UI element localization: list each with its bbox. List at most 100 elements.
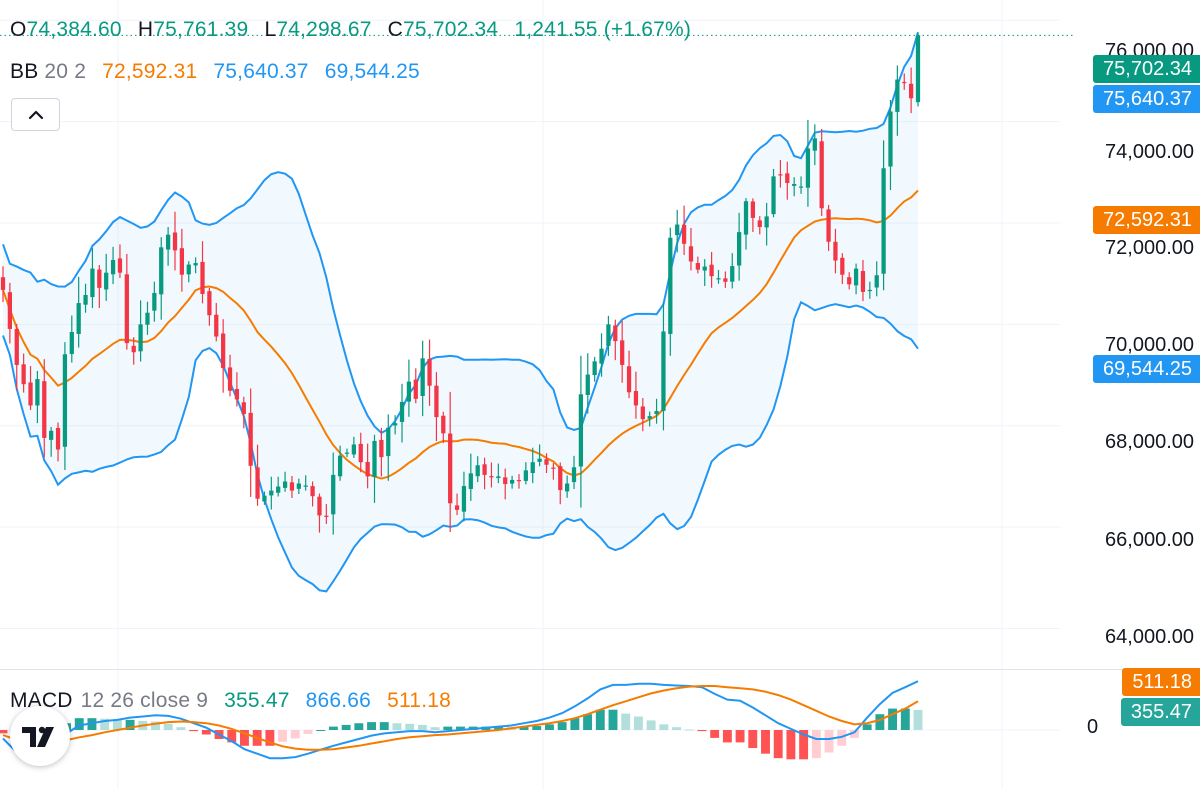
macd-histogram-bar <box>290 730 300 739</box>
candle-body <box>792 183 797 186</box>
candle-body <box>69 331 74 354</box>
macd-histogram-bar <box>163 723 173 730</box>
price-tick-label: 74,000.00 <box>1105 141 1194 163</box>
candle-body <box>736 232 742 266</box>
bb-lower-tag[interactable]: 69,544.25 <box>1093 355 1200 383</box>
candle-body <box>117 258 123 273</box>
candle-body <box>723 278 728 282</box>
macd-histogram-bar <box>672 727 681 730</box>
chevron-up-icon <box>28 110 43 119</box>
macd-histogram-bar <box>608 709 618 730</box>
bb-legend[interactable]: BB 20 2 72,592.31 75,640.37 69,544.25 <box>10 60 430 84</box>
candle-body <box>881 168 886 274</box>
candle-body <box>874 275 879 288</box>
candle-body <box>668 237 673 334</box>
macd-histogram-bar <box>913 709 923 730</box>
bb-mult: 2 <box>74 60 87 83</box>
candle-body <box>379 439 384 458</box>
macd-histogram-bar <box>176 727 186 730</box>
candle-body <box>860 271 866 292</box>
candle-body <box>785 173 790 183</box>
candle-body <box>131 345 136 353</box>
candle-body <box>427 358 432 386</box>
candle-body <box>124 274 129 344</box>
macd-histogram-bar <box>0 730 8 734</box>
macd-source: close <box>140 689 191 712</box>
low-label: L <box>264 18 277 41</box>
bb-lower-value: 69,544.25 <box>324 60 420 83</box>
price-tick-label: 66,000.00 <box>1105 529 1194 551</box>
bb-basis-tag[interactable]: 72,592.31 <box>1093 206 1200 234</box>
macd-histogram-bar <box>722 730 732 743</box>
close-label: C <box>387 18 404 41</box>
candle-body <box>310 486 315 497</box>
candle-body <box>516 480 522 482</box>
candle-body <box>530 462 535 473</box>
candle-body <box>413 379 418 399</box>
candle-body <box>496 476 501 479</box>
macd-histogram-bar <box>189 730 199 732</box>
candle-body <box>276 486 281 493</box>
candle-body <box>750 201 756 218</box>
macd-hist-tag[interactable]: 355.47 <box>1120 698 1200 726</box>
bb-upper-tag[interactable]: 75,640.37 <box>1093 85 1200 113</box>
candle-body <box>337 455 343 477</box>
last-price-tag[interactable]: 75,702.34 <box>1093 55 1200 83</box>
macd-histogram-bar <box>430 727 440 730</box>
candle-body <box>152 292 157 311</box>
bb-length: 20 <box>44 60 69 83</box>
macd-signal-length: 9 <box>196 689 209 712</box>
candle-body <box>523 470 528 481</box>
candle-body <box>551 467 556 469</box>
candle-body <box>110 259 116 275</box>
chart-canvas[interactable] <box>0 0 1200 789</box>
high-value: 75,761.39 <box>153 18 249 41</box>
macd-histogram-bar <box>367 722 376 730</box>
candle-body <box>262 495 267 502</box>
candle-body <box>344 452 350 454</box>
tradingview-logo[interactable] <box>10 706 70 766</box>
macd-signal-tag[interactable]: 511.18 <box>1122 668 1200 696</box>
candle-body <box>489 476 494 478</box>
candle-body <box>606 324 611 346</box>
candle-body <box>303 485 308 487</box>
macd-legend[interactable]: MACD 12 26 close 9 355.47 866.66 511.18 <box>10 689 461 713</box>
candle-body <box>406 381 412 402</box>
candle-body <box>592 361 597 376</box>
macd-histogram-bar <box>748 730 758 749</box>
candle-body <box>599 348 604 364</box>
macd-histogram-bar <box>278 730 288 742</box>
macd-histogram-bar <box>532 726 542 730</box>
candle-body <box>709 264 714 277</box>
candle-body <box>269 490 274 496</box>
candle-body <box>296 483 301 489</box>
candle-body <box>331 474 336 515</box>
macd-histogram-bar <box>773 730 783 759</box>
candle-body <box>172 232 178 251</box>
macd-histogram-bar <box>392 723 402 730</box>
candle-body <box>0 277 6 290</box>
candle-body <box>716 278 721 280</box>
macd-histogram-bar <box>862 724 872 730</box>
candle-body <box>207 291 212 316</box>
candle-body <box>805 148 811 188</box>
candle-body <box>97 269 102 288</box>
collapse-indicators-button[interactable] <box>11 98 60 131</box>
candle-body <box>324 515 329 517</box>
candle-body <box>179 248 185 275</box>
candle-body <box>578 394 584 467</box>
macd-histogram-bar <box>328 726 338 730</box>
candle-body <box>853 268 859 286</box>
candle-body <box>812 138 817 151</box>
candle-body <box>358 443 363 463</box>
candle-body <box>647 416 652 419</box>
candle-body <box>28 382 33 406</box>
candle-body <box>771 176 776 215</box>
macd-histogram-bar <box>684 729 694 731</box>
candle-body <box>482 464 487 475</box>
macd-histogram-bar <box>811 730 821 759</box>
candle-body <box>241 402 246 415</box>
macd-histogram-bar <box>545 724 554 730</box>
macd-hist-value: 355.47 <box>224 689 290 712</box>
macd-histogram-bar <box>443 726 453 730</box>
